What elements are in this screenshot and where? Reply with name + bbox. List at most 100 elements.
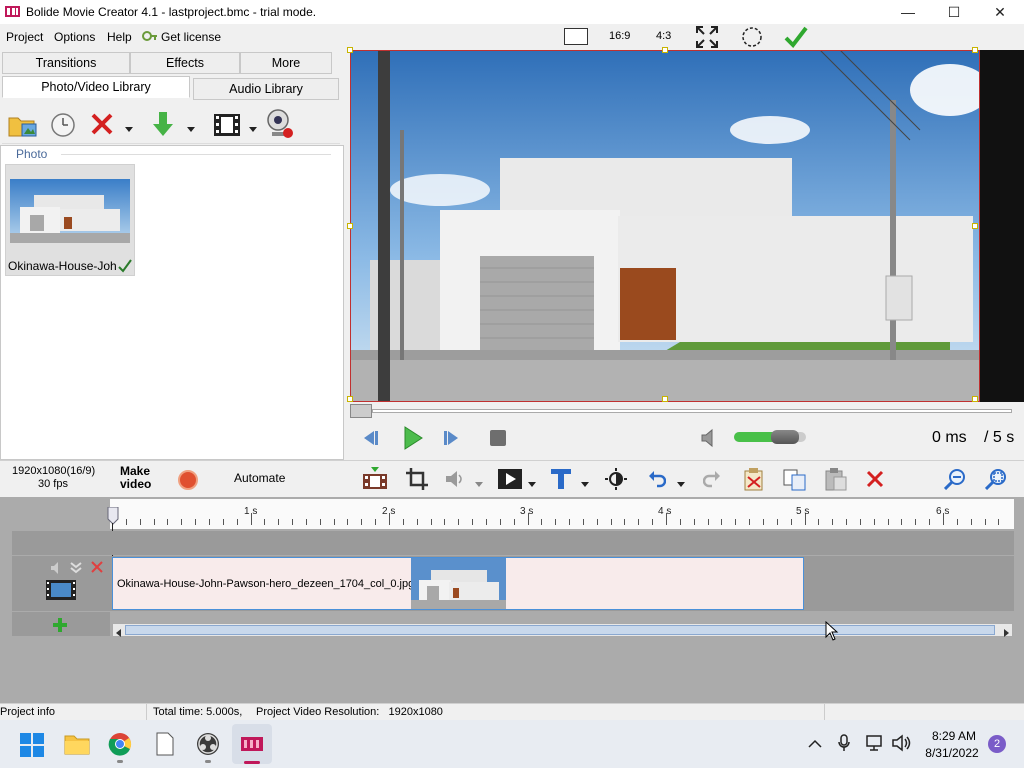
menu-get-license[interactable]: Get license (161, 30, 221, 44)
time-ruler[interactable]: 1 s 2 s 3 s 4 s 5 s 6 s (110, 499, 1014, 529)
previous-frame-icon[interactable] (362, 429, 380, 447)
chevron-up-icon[interactable] (808, 738, 822, 748)
ruler-tick (500, 519, 501, 525)
project-resolution-status: Project Video Resolution: 1920x1080 (256, 706, 443, 718)
file-explorer-icon[interactable] (64, 733, 90, 755)
add-files-icon[interactable] (8, 112, 38, 138)
zoom-out-icon[interactable] (943, 468, 966, 491)
network-icon[interactable] (866, 734, 886, 752)
video-preview[interactable] (350, 50, 980, 402)
clock-date[interactable]: 8/31/2022 (920, 746, 984, 760)
video-effects-icon[interactable] (498, 469, 522, 489)
clock-time[interactable]: 8:29 AM (924, 729, 984, 743)
mute-track-icon[interactable] (50, 561, 64, 575)
timeline-scrollbar[interactable] (112, 623, 1013, 637)
undo-icon[interactable] (648, 470, 667, 488)
notification-badge[interactable]: 2 (988, 735, 1006, 753)
seek-thumb[interactable] (350, 404, 372, 418)
ruler-tick (638, 519, 639, 525)
ruler-tick (611, 519, 612, 525)
redo-icon[interactable] (702, 470, 721, 488)
add-track-icon[interactable] (53, 618, 67, 632)
stop-icon[interactable] (490, 430, 506, 446)
ruler-tick (347, 519, 348, 525)
ruler-tick (652, 519, 653, 525)
crop-icon[interactable] (405, 467, 429, 491)
maximize-button[interactable]: ☐ (931, 0, 977, 24)
film-icon[interactable] (214, 114, 240, 136)
ruler-tick (278, 519, 279, 525)
remove-clip-icon[interactable] (866, 470, 884, 488)
split-clip-icon[interactable] (362, 467, 388, 491)
taskbar: 8:29 AM 8/31/2022 2 (0, 720, 1024, 768)
microphone-icon[interactable] (838, 734, 850, 752)
chevron-down-icon[interactable] (676, 477, 686, 487)
audio-volume-icon[interactable] (444, 469, 466, 489)
status-divider (146, 704, 147, 720)
ruler-tick (998, 519, 999, 525)
seek-track[interactable] (372, 409, 1012, 413)
scroll-right-icon[interactable] (1002, 626, 1010, 637)
delete-icon[interactable] (90, 112, 114, 136)
zoom-fit-icon[interactable] (984, 468, 1007, 491)
tab-transitions[interactable]: Transitions (2, 52, 130, 74)
menu-project[interactable]: Project (6, 30, 43, 44)
library-item[interactable]: Okinawa-House-Joh (5, 164, 135, 276)
volume-thumb[interactable] (771, 430, 799, 444)
video-clip[interactable]: Okinawa-House-John-Pawson-hero_dezeen_17… (112, 557, 804, 610)
minimize-button[interactable]: — (885, 0, 931, 24)
ruler-tick (181, 519, 182, 525)
fit-frame-button[interactable] (564, 28, 588, 45)
aspect-4-3-button[interactable]: 4:3 (656, 30, 671, 42)
tab-photo-video-library[interactable]: Photo/Video Library (2, 76, 190, 98)
text-icon[interactable] (550, 467, 572, 491)
ruler-tick (472, 519, 473, 525)
collapse-track-icon[interactable] (69, 561, 83, 575)
menu-help[interactable]: Help (107, 30, 132, 44)
import-arrow-icon[interactable] (152, 110, 174, 138)
delete-track-icon[interactable] (91, 561, 103, 573)
bolide-taskbar-button[interactable] (232, 724, 272, 764)
cut-icon[interactable] (742, 467, 766, 491)
speaker-icon[interactable] (892, 734, 912, 752)
scroll-thumb[interactable] (125, 625, 995, 635)
chevron-down-icon[interactable] (527, 477, 537, 487)
document-icon[interactable] (156, 732, 174, 756)
chevron-down-icon[interactable] (248, 122, 258, 132)
automate-button[interactable]: Automate (234, 471, 285, 485)
used-check-icon (118, 259, 132, 273)
aspect-16-9-button[interactable]: 16:9 (609, 30, 630, 42)
make-video-label[interactable]: Make (120, 464, 150, 478)
record-icon[interactable] (178, 470, 198, 490)
obs-icon[interactable] (196, 732, 220, 756)
clock-icon[interactable] (50, 112, 76, 138)
play-icon[interactable] (402, 425, 424, 451)
brightness-icon[interactable] (605, 468, 627, 490)
chrome-icon[interactable] (108, 732, 132, 756)
volume-icon[interactable] (700, 428, 718, 448)
chevron-down-icon[interactable] (124, 122, 134, 132)
menu-options[interactable]: Options (54, 30, 95, 44)
tab-audio-library[interactable]: Audio Library (193, 78, 339, 100)
make-video-label[interactable]: video (120, 477, 151, 491)
chevron-down-icon[interactable] (474, 477, 484, 487)
apply-check-icon[interactable] (784, 26, 808, 49)
seek-bar[interactable] (350, 403, 1024, 419)
close-button[interactable]: ✕ (977, 0, 1023, 24)
ruler-tick (694, 519, 695, 525)
webcam-icon[interactable] (266, 108, 294, 140)
chevron-down-icon[interactable] (580, 477, 590, 487)
scroll-left-icon[interactable] (115, 626, 123, 637)
chevron-down-icon[interactable] (186, 122, 196, 132)
paste-icon[interactable] (824, 467, 848, 491)
playhead-handle[interactable] (107, 506, 119, 525)
tab-effects[interactable]: Effects (130, 52, 240, 74)
tab-more[interactable]: More (240, 52, 332, 74)
windows-start-icon[interactable] (20, 733, 44, 757)
crop-circle-icon[interactable] (741, 26, 763, 48)
copy-icon[interactable] (783, 469, 807, 491)
next-frame-icon[interactable] (442, 429, 460, 447)
effects-track[interactable] (12, 531, 1014, 555)
volume-slider[interactable] (734, 430, 806, 444)
fullscreen-icon[interactable] (696, 26, 718, 48)
